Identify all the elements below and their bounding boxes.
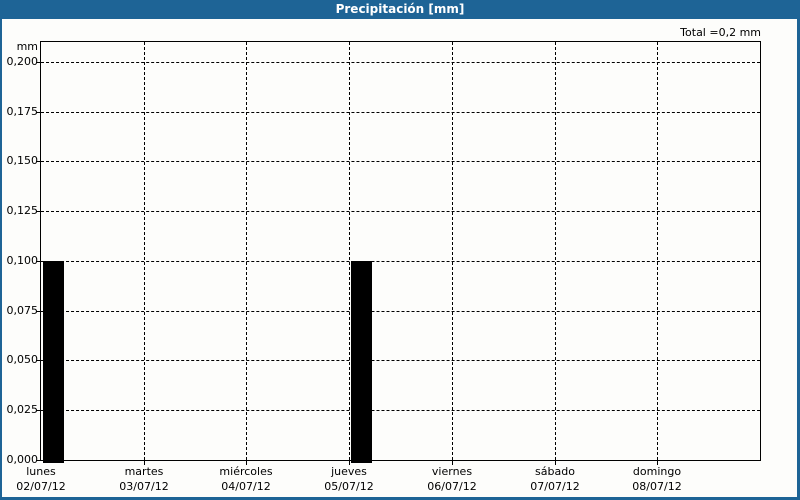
- y-tick-mark: [36, 360, 40, 361]
- y-tick-mark: [36, 62, 40, 63]
- gridline-horizontal: [41, 311, 760, 312]
- gridline-vertical: [246, 42, 247, 460]
- x-axis-label: lunes 02/07/12: [0, 464, 96, 494]
- y-tick-label: 0,175: [6, 105, 39, 118]
- y-tick-mark: [36, 261, 40, 262]
- x-axis-day-name: miércoles: [219, 465, 273, 478]
- window-title: Precipitación [mm]: [335, 2, 465, 16]
- chart-window: Precipitación [mm] Total =0,2 mm mm 0,00…: [0, 0, 800, 500]
- x-axis-date: 06/07/12: [427, 480, 477, 493]
- window-titlebar: Precipitación [mm]: [0, 0, 800, 19]
- x-axis-day-name: martes: [124, 465, 164, 478]
- gridline-vertical: [144, 42, 145, 460]
- y-tick-label: 0,075: [6, 304, 39, 317]
- y-tick-label: 0,200: [6, 55, 39, 68]
- x-axis-label: martes 03/07/12: [89, 464, 199, 494]
- x-axis-label: sábado 07/07/12: [500, 464, 610, 494]
- y-tick-label: 0,050: [6, 353, 39, 366]
- y-tick-mark: [36, 410, 40, 411]
- y-axis-unit-label: mm: [16, 40, 38, 53]
- y-tick-mark: [36, 161, 40, 162]
- precipitation-bar: [43, 261, 64, 463]
- y-tick-label: 0,125: [6, 204, 39, 217]
- gridline-horizontal: [41, 261, 760, 262]
- y-tick-label: 0,100: [6, 254, 39, 267]
- x-axis-label: jueves 05/07/12: [294, 464, 404, 494]
- precipitation-bar: [351, 261, 372, 463]
- x-axis-date: 02/07/12: [16, 480, 66, 493]
- y-tick-label: 0,150: [6, 154, 39, 167]
- gridline-vertical: [349, 42, 350, 460]
- x-axis-day-name: jueves: [331, 465, 367, 478]
- gridline-horizontal: [41, 112, 760, 113]
- gridline-vertical: [555, 42, 556, 460]
- x-axis-label: viernes 06/07/12: [397, 464, 507, 494]
- gridline-horizontal: [41, 211, 760, 212]
- x-axis-label: domingo 08/07/12: [602, 464, 712, 494]
- y-tick-mark: [36, 112, 40, 113]
- x-axis-day-name: domingo: [632, 465, 682, 478]
- y-tick-label: 0,025: [6, 403, 39, 416]
- x-axis-date: 04/07/12: [221, 480, 271, 493]
- x-axis-date: 03/07/12: [119, 480, 169, 493]
- gridline-horizontal: [41, 360, 760, 361]
- x-axis-date: 08/07/12: [632, 480, 682, 493]
- y-tick-mark: [36, 460, 40, 461]
- gridline-horizontal: [41, 62, 760, 63]
- x-axis-day-name: sábado: [535, 465, 575, 478]
- x-axis-label: miércoles 04/07/12: [191, 464, 301, 494]
- total-annotation: Total =0,2 mm: [680, 26, 761, 39]
- x-axis-date: 07/07/12: [530, 480, 580, 493]
- x-axis-day-name: viernes: [431, 465, 473, 478]
- y-tick-mark: [36, 211, 40, 212]
- plot-area: [40, 41, 761, 463]
- gridline-vertical: [657, 42, 658, 460]
- gridline-horizontal: [41, 161, 760, 162]
- y-tick-mark: [36, 311, 40, 312]
- x-axis-date: 05/07/12: [324, 480, 374, 493]
- x-axis-day-name: lunes: [26, 465, 56, 478]
- gridline-vertical: [452, 42, 453, 460]
- gridline-horizontal: [41, 410, 760, 411]
